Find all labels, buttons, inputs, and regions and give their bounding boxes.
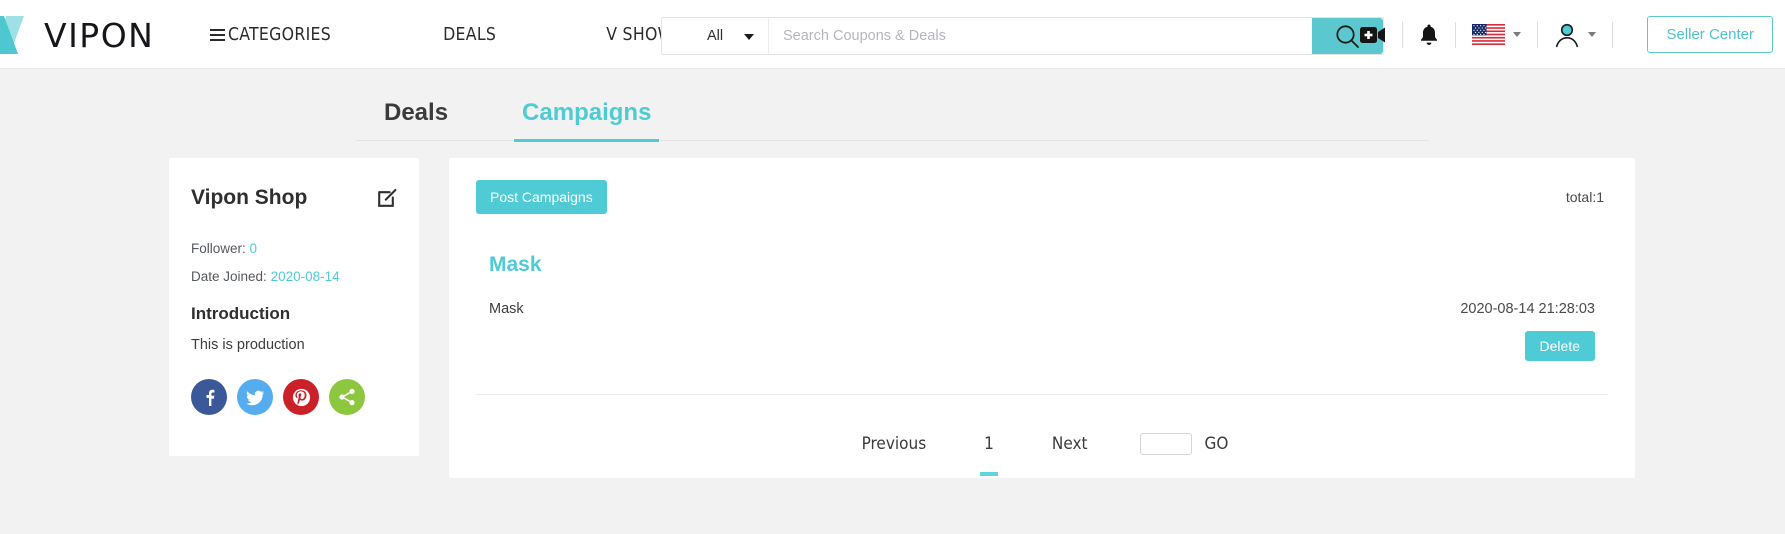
follower-label: Follower: — [191, 241, 246, 256]
shop-info-card: Vipon Shop Follower: 0 Date Joined: 2020… — [169, 158, 419, 456]
notification-bell-icon[interactable] — [1419, 23, 1439, 46]
flag-us-icon — [1472, 24, 1506, 45]
language-selector[interactable] — [1472, 24, 1522, 45]
date-joined-label: Date Joined: — [191, 268, 267, 284]
facebook-icon[interactable] — [191, 379, 227, 415]
post-campaigns-button[interactable]: Post Campaigns — [476, 180, 607, 214]
user-menu[interactable] — [1554, 22, 1597, 48]
shop-meta: Follower: 0 Date Joined: 2020-08-14 — [191, 242, 397, 283]
edit-square-icon[interactable] — [377, 188, 397, 213]
search-category-label: All — [706, 28, 724, 44]
hamburger-icon — [210, 26, 225, 44]
campaign-date: 2020-08-14 21:28:03 — [1460, 301, 1595, 317]
page-content: Vipon Shop Follower: 0 Date Joined: 2020… — [0, 141, 1785, 478]
shop-header: Vipon Shop — [191, 186, 397, 213]
pagination-page-1[interactable]: 1 — [978, 430, 1000, 476]
section-divider — [476, 394, 1608, 395]
campaigns-toolbar: Post Campaigns total:1 — [476, 180, 1608, 214]
date-joined-value: 2020-08-14 — [270, 268, 340, 284]
nav-item-deals-label: DEALS — [443, 24, 497, 45]
pinterest-icon[interactable] — [283, 379, 319, 415]
campaign-actions: Delete — [489, 331, 1595, 361]
chevron-down-icon — [744, 34, 754, 40]
user-avatar-icon — [1556, 23, 1579, 47]
vipon-logo-mark-icon — [0, 14, 40, 56]
search-category-dropdown[interactable]: All — [662, 18, 769, 54]
search-bar: All — [661, 17, 1384, 55]
magnifier-icon — [1336, 24, 1359, 48]
shop-name: Vipon Shop — [191, 186, 308, 209]
introduction-title: Introduction — [191, 304, 291, 323]
search-input[interactable] — [769, 18, 1312, 54]
pagination: Previous 1 Next GO — [476, 430, 1608, 476]
tab-deals[interactable]: Deals — [376, 99, 456, 140]
site-header: VIPON CATEGORIES DEALS V SHOW All Search… — [0, 0, 1785, 69]
pagination-go-button[interactable]: GO — [1205, 434, 1229, 454]
campaign-description: Mask — [489, 301, 524, 317]
nav-item-deals[interactable]: DEALS — [443, 25, 496, 45]
header-divider-2 — [1455, 21, 1457, 48]
tab-campaigns[interactable]: Campaigns — [514, 99, 660, 142]
tabs-container: Deals Campaigns — [0, 69, 1785, 142]
header-divider-1 — [1402, 21, 1404, 48]
header-divider-4 — [1612, 21, 1614, 48]
nav-item-categories-label: CATEGORIES — [228, 24, 332, 45]
share-icon[interactable] — [329, 379, 365, 415]
date-joined-row: Date Joined: 2020-08-14 — [191, 268, 397, 284]
seller-center-button[interactable]: Seller Center — [1647, 16, 1773, 53]
twitter-icon[interactable] — [237, 379, 273, 415]
campaign-detail-row: Mask 2020-08-14 21:28:03 — [489, 301, 1595, 317]
pagination-next[interactable]: Next — [1046, 430, 1094, 458]
chevron-down-icon — [1588, 32, 1597, 37]
delete-button[interactable]: Delete — [1524, 331, 1595, 361]
vipon-logo-text: VIPON — [44, 15, 155, 55]
campaigns-panel: Post Campaigns total:1 Mask Mask 2020-08… — [449, 158, 1635, 478]
header-icon-group: Seller Center — [1360, 0, 1773, 69]
pagination-goto-input[interactable] — [1139, 433, 1192, 455]
video-add-icon[interactable] — [1360, 25, 1386, 45]
social-links — [191, 379, 397, 415]
chevron-down-icon — [1513, 32, 1522, 37]
pagination-previous[interactable]: Previous — [856, 430, 933, 458]
vipon-logo[interactable]: VIPON — [0, 13, 154, 57]
nav-item-categories[interactable]: CATEGORIES — [210, 25, 331, 45]
total-count-label: total:1 — [1565, 189, 1604, 205]
header-divider-3 — [1537, 21, 1539, 48]
main-nav: CATEGORIES DEALS V SHOW — [210, 0, 674, 69]
campaign-item: Mask Mask 2020-08-14 21:28:03 Delete — [476, 253, 1608, 361]
follower-value: 0 — [249, 241, 258, 256]
tab-bar: Deals Campaigns — [356, 99, 1429, 142]
campaign-title[interactable]: Mask — [489, 253, 1595, 277]
introduction-body: This is production — [191, 337, 305, 353]
follower-row: Follower: 0 — [191, 242, 397, 256]
